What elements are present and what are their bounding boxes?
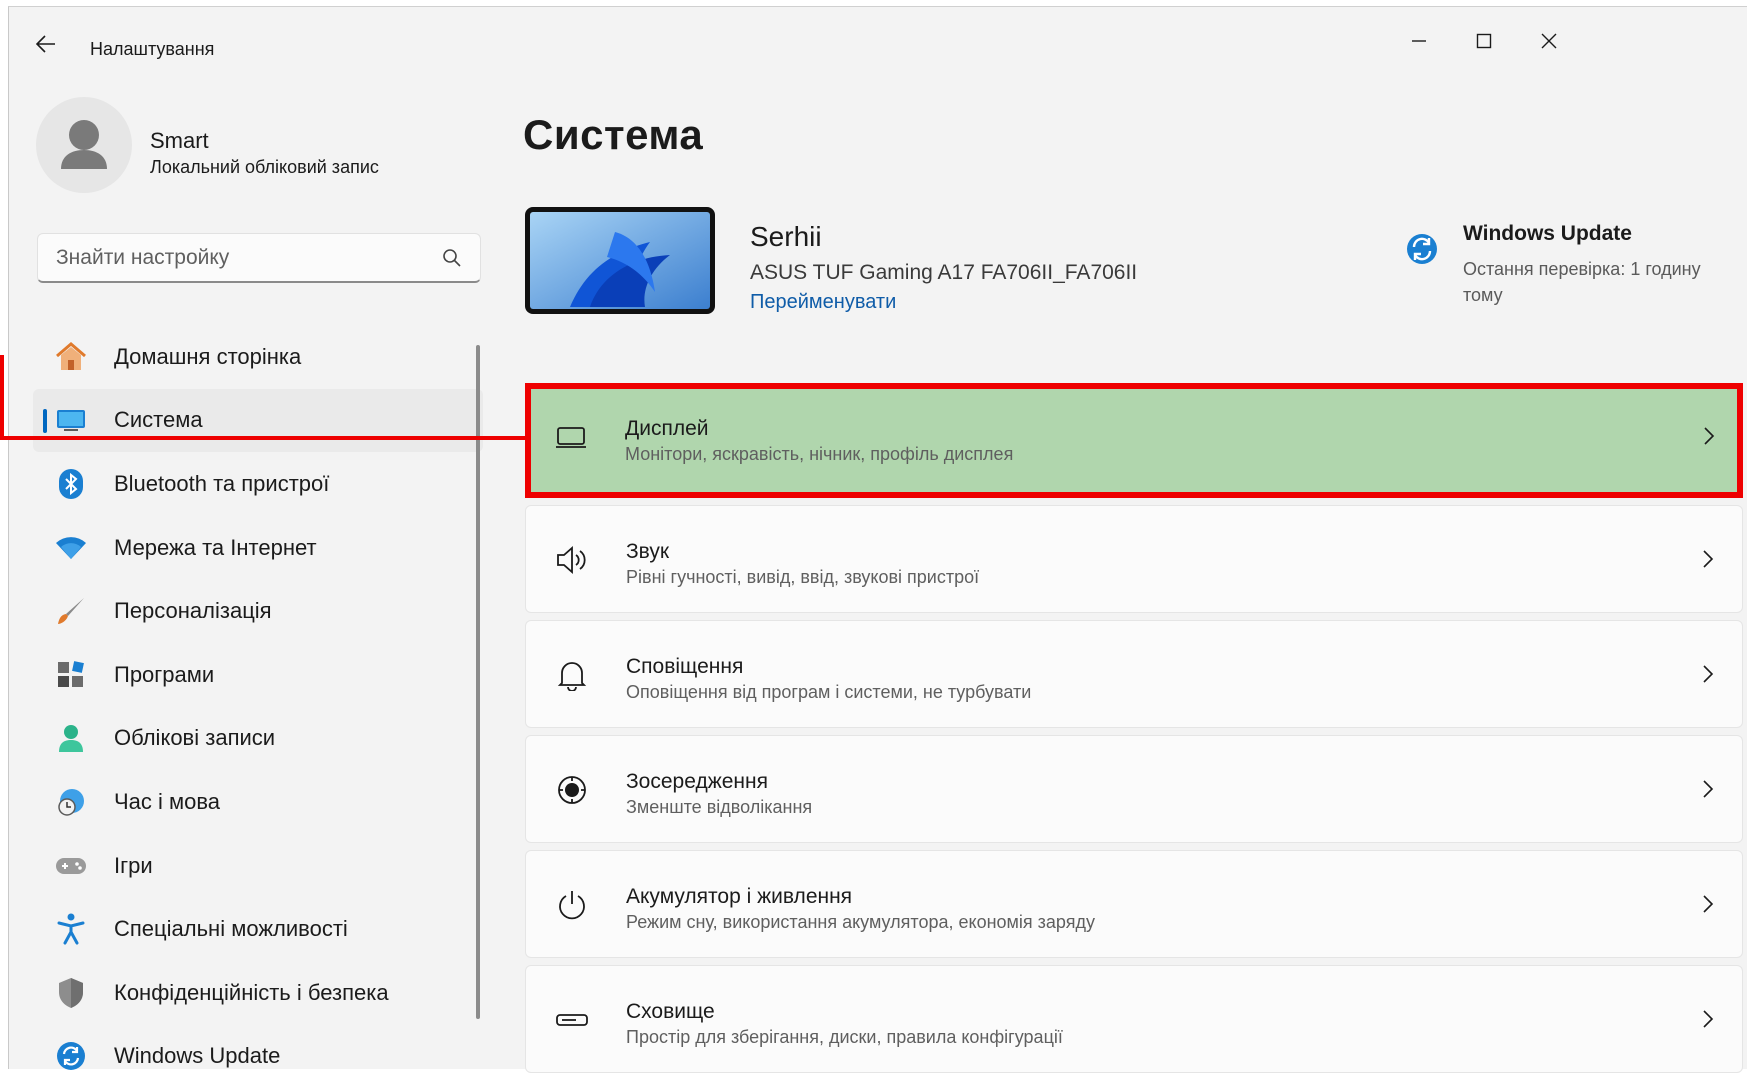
page-title: Система [523,111,704,158]
maximize-icon [1476,33,1492,49]
time-language-icon [54,785,88,819]
chevron-right-icon [1703,550,1714,568]
card-sound[interactable]: Звук Рівні гучності, вивід, ввід, звуков… [525,505,1743,613]
sidebar-item-label: Програми [114,661,215,687]
card-description: Оповіщення від програм і системи, не тур… [626,682,1032,702]
wallpaper-thumbnail [530,212,710,309]
wifi-icon [54,531,88,565]
arrow-left-icon [36,35,55,53]
home-icon [54,340,88,374]
storage-icon [554,1002,590,1038]
card-storage[interactable]: Сховище Простір для зберігання, диски, п… [525,965,1743,1073]
card-power[interactable]: Акумулятор і живлення Режим сну, викорис… [525,850,1743,958]
search-icon [443,249,461,267]
card-title: Сховище [626,1000,715,1023]
sidebar-item-home[interactable]: Домашня сторінка [33,325,483,389]
annotation-pointer-vertical [0,355,4,439]
shield-icon [54,976,88,1010]
sidebar-item-label: Windows Update [114,1043,281,1069]
bell-icon [554,657,590,693]
minimize-icon [1412,40,1426,42]
card-display[interactable]: Дисплей Монітори, яскравість, нічник, пр… [525,383,1743,498]
sidebar-item-bluetooth[interactable]: Bluetooth та пристрої [33,452,483,516]
chevron-right-icon [1704,427,1715,445]
sidebar-item-label: Спеціальні можливості [114,916,348,942]
title-bar: Налаштування [9,7,1747,67]
card-title: Акумулятор і живлення [626,885,853,908]
back-button[interactable] [29,29,63,59]
active-indicator [43,408,47,433]
search-input[interactable] [38,234,458,282]
chevron-right-icon [1703,895,1714,913]
sidebar-item-label: Bluetooth та пристрої [114,470,330,496]
sidebar-item-gaming[interactable]: Ігри [33,834,483,898]
minimize-button[interactable] [1389,21,1449,61]
card-title: Сповіщення [626,655,744,678]
card-description: Режим сну, використання акумулятора, еко… [626,912,1095,932]
chevron-right-icon [1703,1010,1714,1028]
settings-window: Налаштування Smart Локальний обліковий з… [8,6,1747,1073]
windows-update-icon [54,1039,88,1073]
card-description: Рівні гучності, вивід, ввід, звукові при… [626,567,980,587]
bluetooth-icon [54,467,88,501]
windows-update-icon[interactable] [1406,233,1438,265]
windows-update-title[interactable]: Windows Update [1463,222,1632,246]
sidebar-scrollbar[interactable] [476,345,480,1019]
sidebar-item-label: Домашня сторінка [114,343,302,369]
sidebar-item-accessibility[interactable]: Спеціальні можливості [33,897,483,961]
sidebar-item-label: Мережа та Інтернет [114,534,317,560]
close-icon [1541,33,1557,49]
brush-icon [54,594,88,628]
chevron-right-icon [1703,780,1714,798]
sidebar-item-label: Ігри [114,852,153,878]
sidebar-item-personalization[interactable]: Персоналізація [33,579,483,643]
sidebar-item-label: Час і мова [114,788,221,814]
card-title: Дисплей [625,417,709,440]
close-button[interactable] [1519,21,1579,61]
sidebar-item-windows-update[interactable]: Windows Update [33,1025,483,1088]
sidebar-item-label: Конфіденційність і безпека [114,979,389,1005]
search-box [37,233,481,283]
sidebar-item-accounts[interactable]: Облікові записи [33,707,483,771]
power-icon [554,887,590,923]
chevron-right-icon [1703,665,1714,683]
sidebar-item-label: Система [114,407,203,433]
settings-list: Дисплей Монітори, яскравість, нічник, пр… [525,383,1743,1080]
user-name: Smart [150,128,209,153]
user-icon [61,120,107,169]
account-type: Локальний обліковий запис [150,157,379,177]
app-title: Налаштування [90,39,215,59]
device-name: Serhii [750,221,822,252]
sidebar-item-apps[interactable]: Програми [33,643,483,707]
card-description: Зменште відволікання [626,797,813,817]
gaming-icon [54,849,88,883]
sidebar-item-system[interactable]: Система [33,388,483,453]
sidebar-item-network[interactable]: Мережа та Інтернет [33,516,483,580]
accounts-icon [54,721,88,755]
apps-icon [54,658,88,692]
avatar[interactable] [36,97,132,193]
display-icon [553,420,589,456]
card-description: Монітори, яскравість, нічник, профіль ди… [625,444,1014,464]
maximize-button[interactable] [1454,21,1514,61]
windows-update-status: Остання перевірка: 1 годину тому [1463,259,1701,305]
card-description: Простір для зберігання, диски, правила к… [626,1027,1063,1047]
accessibility-icon [54,912,88,946]
sound-icon [554,542,590,578]
sidebar-item-time-language[interactable]: Час і мова [33,770,483,834]
device-image [525,207,715,314]
card-title: Зосередження [626,770,768,793]
annotation-pointer-horizontal [0,436,527,440]
sidebar-item-label: Персоналізація [114,598,272,624]
focus-icon [554,772,590,808]
rename-link[interactable]: Перейменувати [750,291,896,314]
sidebar-item-privacy[interactable]: Конфіденційність і безпека [33,961,483,1025]
system-icon [54,403,88,437]
card-title: Звук [626,540,670,563]
card-notifications[interactable]: Сповіщення Оповіщення від програм і сист… [525,620,1743,728]
device-model: ASUS TUF Gaming A17 FA706II_FA706II [750,261,1138,284]
sidebar-item-label: Облікові записи [114,725,276,751]
card-focus[interactable]: Зосередження Зменште відволікання [525,735,1743,843]
